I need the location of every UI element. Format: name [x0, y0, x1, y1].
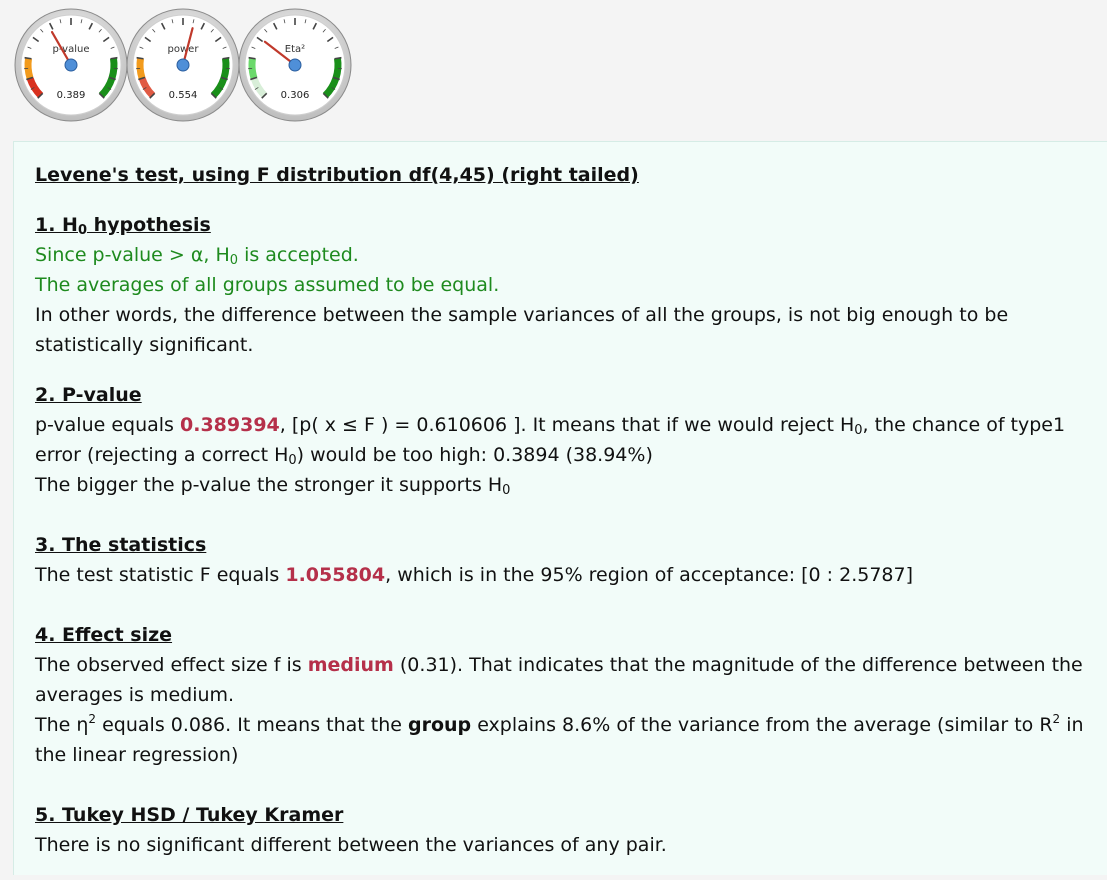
effect-size-value: medium: [308, 654, 394, 676]
gauge-dial: Eta² 0.306: [238, 8, 352, 122]
section-h0: 1. H0 hypothesis Since p-value > α, H0 i…: [35, 210, 1105, 360]
section-statistics-heading: 3. The statistics: [35, 530, 1105, 560]
gauge-hub: [65, 59, 77, 71]
gauge-dial: p-value 0.389: [14, 8, 128, 122]
gauge-label: Eta²: [285, 44, 305, 55]
gauge-value: 0.306: [281, 90, 310, 101]
gauge-tick: [111, 58, 118, 59]
gauge-eta-squared: Eta² 0.306: [238, 8, 352, 122]
section-pvalue-heading: 2. P-value: [35, 380, 1105, 410]
section-pvalue: 2. P-value p-value equals 0.389394, [p( …: [35, 380, 1105, 500]
tukey-text: There is no significant different betwee…: [35, 830, 1105, 860]
eta-squared-text: The η2 equals 0.086. It means that the g…: [35, 710, 1105, 770]
gauge-value: 0.389: [57, 90, 86, 101]
gauge-tick: [25, 58, 32, 59]
gauge-hub: [289, 59, 301, 71]
gauge-band-mid: [28, 58, 30, 78]
section-h0-heading: 1. H0 hypothesis: [35, 210, 1105, 240]
gauge-p-value: p-value 0.389: [14, 8, 128, 122]
gauge-tick: [137, 58, 144, 59]
section-effect-size: 4. Effect size The observed effect size …: [35, 620, 1105, 770]
section-effect-heading: 4. Effect size: [35, 620, 1105, 650]
effect-size-text: The observed effect size f is medium (0.…: [35, 650, 1105, 710]
gauge-band-mid: [252, 58, 254, 78]
statistics-text: The test statistic F equals 1.055804, wh…: [35, 560, 1105, 590]
gauge-tick: [249, 58, 256, 59]
gauge-tick: [335, 58, 342, 59]
section-statistics: 3. The statistics The test statistic F e…: [35, 530, 1105, 590]
h0-equal-text: The averages of all groups assumed to be…: [35, 270, 1105, 300]
statistic-value: 1.055804: [285, 564, 385, 586]
section-tukey-heading: 5. Tukey HSD / Tukey Kramer: [35, 800, 1105, 830]
pvalue-value: 0.389394: [180, 414, 280, 436]
gauge-label: p-value: [52, 44, 89, 55]
section-tukey: 5. Tukey HSD / Tukey Kramer There is no …: [35, 800, 1105, 860]
report-panel: Levene's test, using F distribution df(4…: [13, 141, 1107, 875]
gauge-hub: [177, 59, 189, 71]
h0-accepted-text: Since p-value > α, H0 is accepted.: [35, 240, 1105, 270]
gauge-power: power 0.554: [126, 8, 240, 122]
gauge-label: power: [168, 44, 200, 55]
h0-explanation: In other words, the difference between t…: [35, 300, 1105, 360]
report-title: Levene's test, using F distribution df(4…: [35, 160, 1105, 190]
gauge-tick: [223, 58, 230, 59]
pvalue-text: p-value equals 0.389394, [p( x ≤ F ) = 0…: [35, 410, 1105, 470]
gauge-value: 0.554: [169, 90, 198, 101]
gauge-bar: p-value 0.389 power 0.554 Eta² 0.306: [0, 0, 1107, 140]
gauge-band-mid: [140, 58, 142, 78]
pvalue-support-text: The bigger the p-value the stronger it s…: [35, 470, 1105, 500]
gauge-dial: power 0.554: [126, 8, 240, 122]
